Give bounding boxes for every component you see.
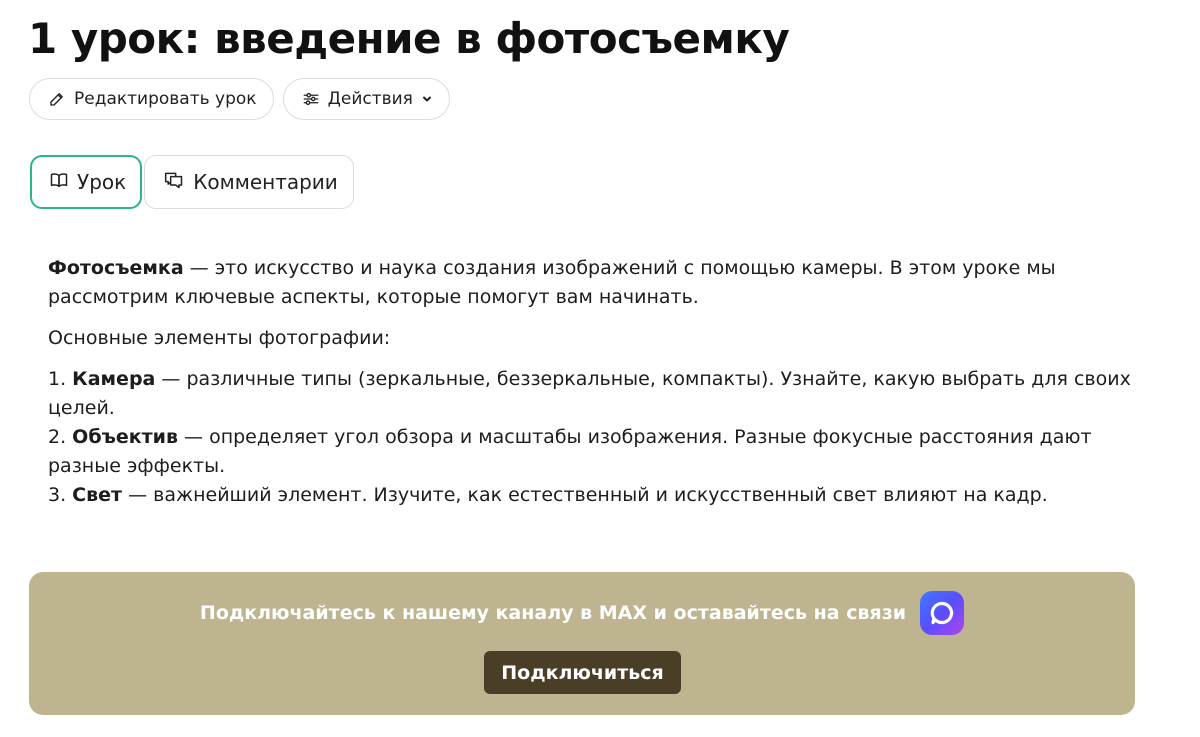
chevron-down-icon	[421, 93, 433, 105]
lesson-tabs: Урок Комментарии	[30, 155, 354, 209]
tab-lesson-label: Урок	[77, 170, 127, 194]
lesson-content: Фотосъемка — это искусство и наука созда…	[48, 254, 1148, 510]
max-channel-banner: Подключайтесь к нашему каналу в MAX и ос…	[29, 572, 1135, 715]
intro-text: — это искусство и наука создания изображ…	[48, 257, 1056, 308]
intro-term: Фотосъемка	[48, 257, 184, 279]
banner-text: Подключайтесь к нашему каналу в MAX и ос…	[199, 602, 907, 624]
page-title: 1 урок: введение в фотосъемку	[28, 14, 790, 63]
tab-lesson[interactable]: Урок	[30, 155, 143, 209]
list-item: 3. Свет — важнейший элемент. Изучите, ка…	[48, 481, 1148, 510]
pencil-icon	[48, 90, 66, 108]
list-item-term: Свет	[72, 484, 123, 506]
list-item-text: — определяет угол обзора и масштабы изоб…	[48, 426, 1092, 477]
chat-icon	[163, 170, 185, 195]
tab-comments-label: Комментарии	[193, 170, 338, 194]
list-item-number: 2.	[48, 426, 73, 448]
edit-lesson-button[interactable]: Редактировать урок	[29, 78, 274, 120]
book-icon	[49, 170, 69, 195]
tab-comments[interactable]: Комментарии	[144, 155, 354, 209]
list-heading: Основные элементы фотографии:	[48, 327, 391, 349]
elements-list: 1. Камера — различные типы (зеркальные, …	[48, 365, 1148, 510]
intro-paragraph: Фотосъемка — это искусство и наука созда…	[48, 254, 1148, 312]
list-item: 1. Камера — различные типы (зеркальные, …	[48, 365, 1148, 423]
list-item-number: 1.	[48, 368, 73, 390]
list-item-text: — важнейший элемент. Изучите, как естест…	[122, 484, 1048, 506]
list-item-number: 3.	[48, 484, 73, 506]
list-item-text: — различные типы (зеркальные, беззеркаль…	[48, 368, 1131, 419]
list-item: 2. Объектив — определяет угол обзора и м…	[48, 423, 1148, 481]
edit-lesson-label: Редактировать урок	[74, 89, 257, 109]
lesson-toolbar: Редактировать урок Действия	[29, 78, 450, 120]
sliders-icon	[302, 90, 320, 108]
actions-dropdown-button[interactable]: Действия	[282, 78, 450, 120]
actions-label: Действия	[327, 89, 413, 109]
list-item-term: Камера	[72, 368, 156, 390]
connect-button[interactable]: Подключиться	[484, 651, 681, 694]
max-logo-icon	[920, 591, 965, 635]
list-item-term: Объектив	[72, 426, 178, 448]
banner-row: Подключайтесь к нашему каналу в MAX и ос…	[29, 591, 1135, 635]
